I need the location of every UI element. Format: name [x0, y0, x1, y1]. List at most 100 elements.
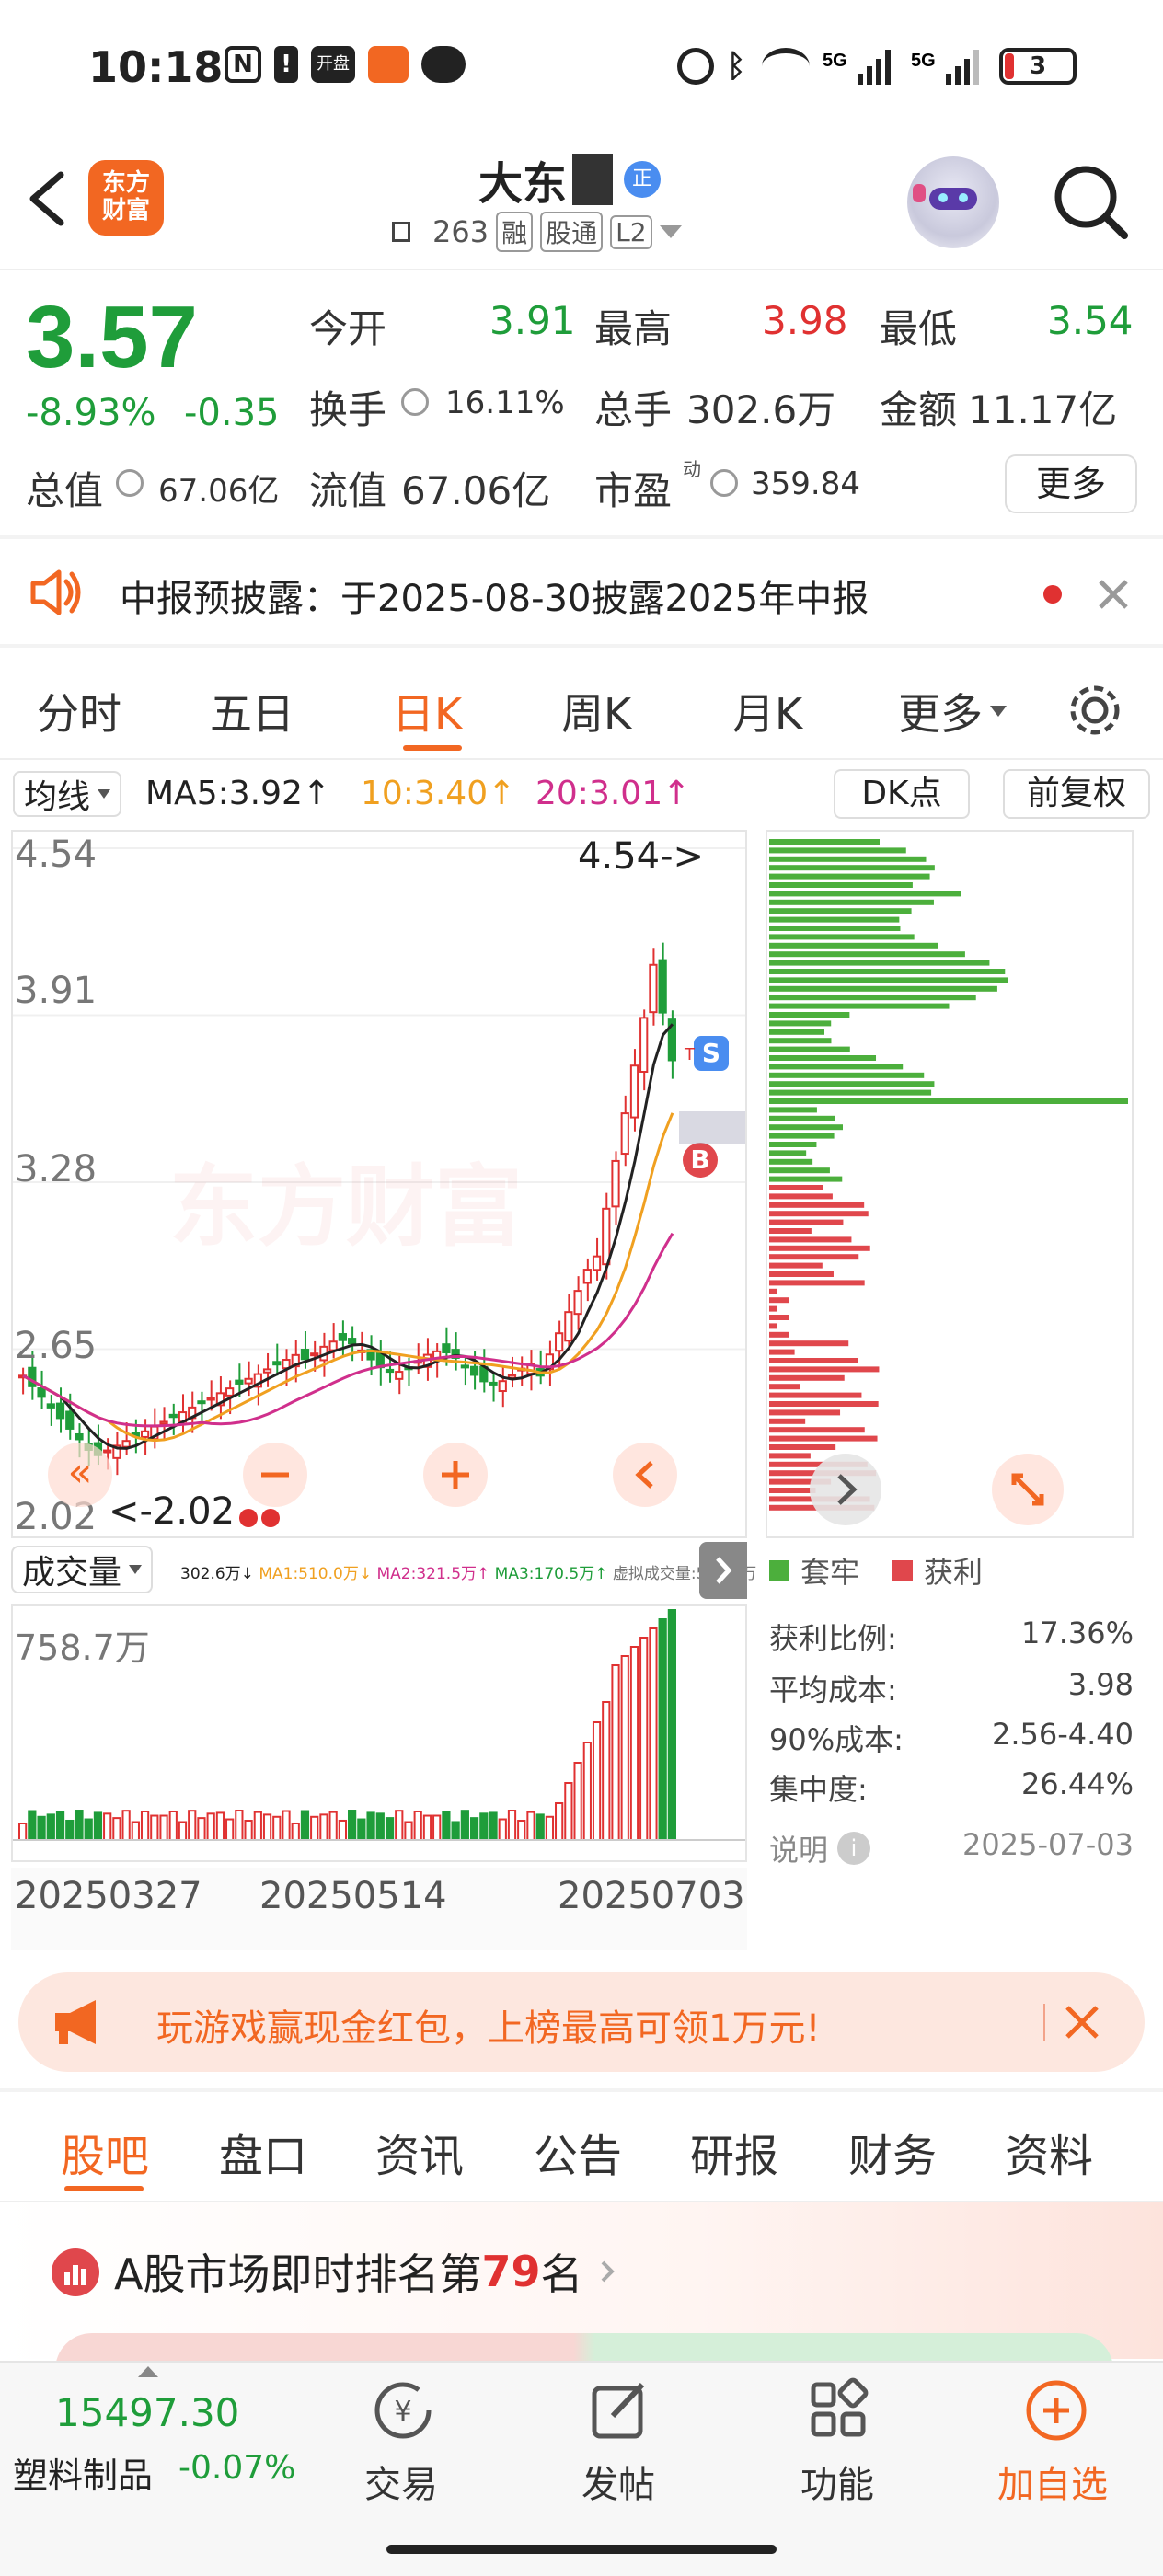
tag-l2: L2 [610, 214, 652, 249]
volume-chart[interactable]: 758.7万 [11, 1604, 747, 1862]
tab-fenshi[interactable]: 分时 [37, 681, 121, 742]
chevron-down-icon[interactable] [659, 225, 682, 238]
chip-bar [769, 960, 990, 966]
chip-next-button[interactable] [810, 1454, 881, 1525]
candle-body [395, 1371, 404, 1380]
prev-button[interactable] [613, 1443, 677, 1507]
back-button[interactable] [18, 162, 83, 236]
notice-bar[interactable]: 中报预披露：于2025-08-30披露2025年中报 [0, 539, 1163, 644]
close-icon[interactable] [1064, 2004, 1100, 2041]
chip-bar [769, 1072, 925, 1078]
candle-body [75, 1432, 84, 1441]
info-icon[interactable] [710, 469, 738, 497]
robot-assistant-avatar[interactable] [907, 156, 999, 248]
nav-functions[interactable]: 功能 [784, 2370, 894, 2508]
info-icon[interactable] [116, 469, 144, 497]
tab-caiwu[interactable]: 财务 [848, 2120, 937, 2184]
tab-gonggao[interactable]: 公告 [534, 2120, 622, 2184]
candle-body [159, 1420, 168, 1425]
tab-pankou[interactable]: 盘口 [219, 2120, 307, 2184]
gear-icon[interactable] [1065, 681, 1124, 740]
more-quote-button[interactable]: 更多 [1005, 454, 1137, 513]
chip-bar [769, 1185, 823, 1190]
date-label-2: 20250703 [558, 1875, 745, 1917]
search-button[interactable] [1045, 156, 1137, 248]
volume-bar [460, 1810, 469, 1841]
date-axis: 20250327 20250514 20250703 [11, 1868, 747, 1950]
nav-add-watchlist[interactable]: 加自选 [988, 2370, 1126, 2508]
app-logo-text: 东方财富 [101, 169, 150, 224]
candle-body [564, 1311, 573, 1342]
sell-marker[interactable]: S [694, 1036, 729, 1071]
volume-bar [404, 1821, 413, 1842]
tab-active-underline [64, 2186, 144, 2191]
stock-title[interactable]: 大东 正 [478, 147, 662, 212]
high-value: 3.98 [762, 298, 848, 343]
candle-body [103, 1449, 112, 1454]
chip-bar [769, 1453, 811, 1459]
close-icon[interactable] [1095, 576, 1132, 613]
volume-bar [573, 1762, 582, 1841]
zoom-in-button[interactable] [423, 1443, 488, 1507]
tab-ziliao[interactable]: 资料 [1005, 2120, 1093, 2184]
info-icon[interactable] [401, 388, 429, 416]
dk-button[interactable]: DK点 [834, 769, 970, 819]
adjust-button[interactable]: 前复权 [1003, 769, 1150, 819]
zoom-out-button[interactable] [243, 1443, 307, 1507]
legend-swatch-trapped [769, 1560, 789, 1581]
scroll-left-button[interactable]: « [48, 1443, 112, 1507]
volume-selector[interactable]: 成交量 [11, 1546, 154, 1593]
volume-bar [357, 1818, 366, 1841]
chip-svg [769, 839, 1128, 1511]
legend-swatch-profit [892, 1560, 914, 1581]
tab-guba[interactable]: 股吧 [61, 2120, 149, 2184]
index-ticker[interactable]: 15497.30 塑料制品 -0.07% [0, 2363, 322, 2501]
volume-bar [168, 1810, 178, 1842]
chip-note[interactable]: 说明 i [769, 1827, 871, 1869]
tab-wuri[interactable]: 五日 [210, 681, 294, 742]
low-label: 最低 [880, 306, 958, 351]
candle-body [629, 1064, 639, 1119]
tab-zhouk[interactable]: 周K [561, 681, 631, 742]
chip-bar [769, 942, 938, 949]
volume-bar [375, 1812, 385, 1841]
chip-bar [769, 1167, 830, 1174]
buy-marker[interactable]: B [683, 1143, 718, 1178]
tab-zixun[interactable]: 资讯 [375, 2120, 464, 2184]
chip-bar [769, 1098, 1128, 1104]
chip-row-label: 获利比例: [769, 1621, 897, 1656]
nav-post[interactable]: 发帖 [565, 2370, 675, 2508]
ma-bar: 均线 MA5:3.92↑ 10:3.40↑ 20:3.01↑ DK点 前复权 [0, 764, 1163, 822]
volume-bar [667, 1609, 676, 1841]
bluetooth-icon: ᛒ [727, 48, 746, 85]
candle-body [168, 1413, 178, 1419]
chip-row-label: 平均成本: [769, 1673, 897, 1708]
kline-chart[interactable]: 东方财富 4.54 3.91 3.28 2.65 2.02 4.54-> <-2… [11, 830, 747, 1538]
nav-trade[interactable]: ¥ 交易 [348, 2370, 458, 2508]
app-logo[interactable]: 东方财富 [88, 160, 164, 236]
stock-code-icon [392, 222, 410, 242]
chip-bar [769, 1297, 789, 1304]
volume-bar [442, 1811, 451, 1841]
chip-bar [769, 1150, 807, 1156]
volume-bar [197, 1817, 206, 1842]
chip-bar [769, 1331, 789, 1338]
home-indicator [386, 2545, 777, 2554]
rank-section[interactable]: A股市场即时排名第 79 名 [0, 2202, 1163, 2370]
turnover-label: 换手 [309, 387, 387, 432]
volume-expand-button[interactable] [699, 1542, 747, 1599]
chip-bar [769, 1176, 843, 1182]
promo-banner[interactable]: 玩游戏赢现金红包，上榜最高可领1万元! [18, 1972, 1145, 2072]
status-bar: 10:18 N ! 开盘 ᛒ 5G 5G 3 [0, 0, 1163, 138]
chip-bar [769, 1280, 865, 1286]
add-circle-icon [1026, 2380, 1087, 2441]
ma-selector[interactable]: 均线 [13, 771, 122, 817]
tab-yuek[interactable]: 月K [732, 681, 802, 742]
tab-yanbao[interactable]: 研报 [690, 2120, 778, 2184]
chip-distribution[interactable] [766, 830, 1134, 1538]
chip-bar [769, 1262, 823, 1269]
candle-body [555, 1332, 564, 1352]
chip-expand-button[interactable] [992, 1454, 1064, 1525]
tab-rik[interactable]: 日K [392, 681, 462, 742]
tab-more[interactable]: 更多 [898, 681, 1007, 742]
